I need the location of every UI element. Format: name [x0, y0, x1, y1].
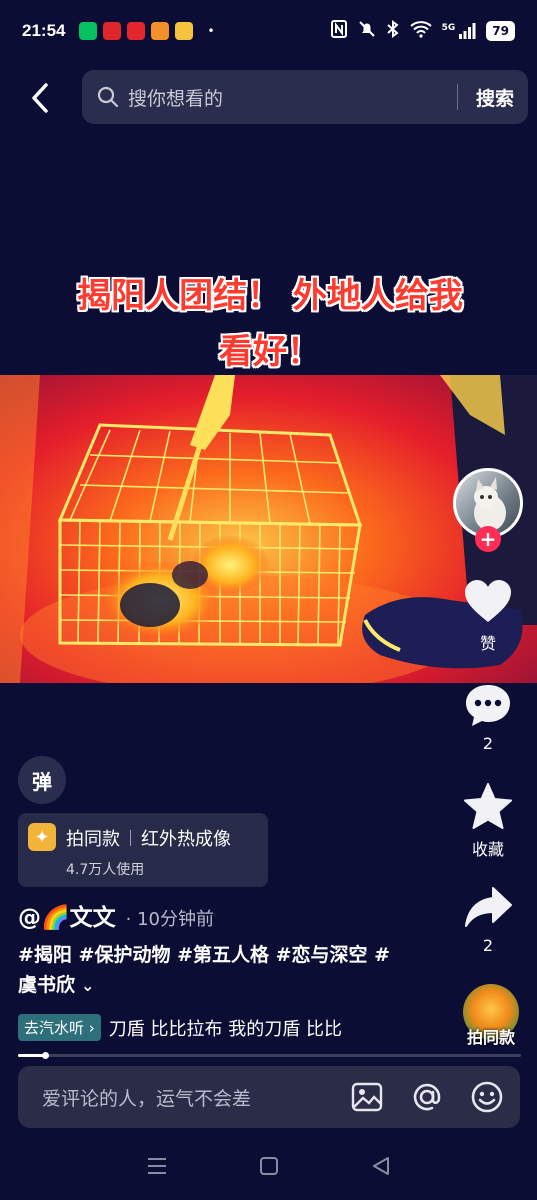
emoji-icon[interactable] — [470, 1080, 504, 1114]
video-title-line2: 看好！ — [219, 332, 321, 372]
share-button[interactable]: 2 — [451, 886, 525, 955]
like-label: 赞 — [479, 634, 496, 653]
video-progress-bar[interactable] — [18, 1052, 521, 1059]
music-row[interactable]: 去汽水听 › 刀盾 比比拉布 我的刀盾 比比 — [18, 1014, 402, 1041]
search-divider — [456, 84, 458, 110]
network-type: 5G — [441, 23, 456, 33]
netease-music-app-icon — [127, 22, 146, 40]
video-app-icon — [175, 22, 194, 40]
open-music-app-button[interactable]: 去汽水听 › — [18, 1014, 101, 1041]
bluetooth-icon — [386, 20, 400, 42]
comment-input-bar[interactable]: 爱评论的人，运气不会差 — [18, 1066, 520, 1128]
effect-card[interactable]: ✦ 拍同款 红外热成像 4.7万人使用 — [18, 813, 268, 887]
effect-action-label: 拍同款 — [66, 829, 120, 850]
search-input[interactable]: 搜你想看的 — [128, 84, 457, 111]
wifi-icon — [409, 20, 432, 42]
news-app-icon — [103, 22, 122, 40]
mute-bell-icon — [358, 20, 376, 42]
danmaku-toggle-button[interactable]: 弹 — [18, 756, 66, 804]
video-progress-fill — [18, 1054, 44, 1057]
comment-bubble-icon — [466, 685, 510, 726]
search-bar[interactable]: 搜你想看的 搜索 — [82, 70, 528, 124]
status-more-dot: • — [207, 24, 215, 38]
battery-indicator: 79 — [486, 21, 515, 41]
favorite-button[interactable]: 收藏 — [451, 782, 525, 860]
comment-input[interactable]: 爱评论的人，运气不会差 — [42, 1084, 324, 1111]
author-name[interactable]: @🌈文文 — [18, 898, 116, 932]
video-title-line1: 揭阳人团结！ 外地人给我 — [77, 276, 463, 316]
follow-plus-button[interactable]: + — [475, 526, 501, 552]
like-button[interactable]: 赞 — [451, 578, 525, 654]
back-triangle-icon[interactable] — [371, 1156, 391, 1180]
comment-count: 2 — [482, 734, 494, 753]
status-indicators: 5G 79 — [330, 20, 515, 42]
app-icon-orange — [151, 22, 170, 40]
search-button[interactable]: 搜索 — [476, 84, 514, 111]
mention-at-icon[interactable] — [410, 1080, 444, 1114]
favorite-label: 收藏 — [471, 840, 504, 859]
video-progress-handle[interactable] — [42, 1052, 49, 1059]
heart-icon — [465, 580, 511, 622]
system-navigation-bar — [0, 1140, 537, 1196]
expand-chevron-icon[interactable]: ⌄ — [81, 976, 94, 995]
caption-text: #揭阳 #保护动物 #第五人格 #恋与深空 #虞书欣 — [18, 944, 391, 996]
status-time: 21:54 — [22, 21, 66, 40]
image-picker-icon[interactable] — [350, 1080, 384, 1114]
nfc-icon — [330, 20, 348, 42]
music-title-marquee: 刀盾 比比拉布 我的刀盾 比比 — [108, 1018, 342, 1040]
wechat-app-icon — [79, 22, 98, 40]
video-caption[interactable]: #揭阳 #保护动物 #第五人格 #恋与深空 #虞书欣 ⌄ — [18, 940, 398, 1001]
effect-title-row: 拍同款 红外热成像 — [66, 825, 231, 851]
effect-usage: 4.7万人使用 — [66, 862, 145, 878]
status-app-icons: • — [79, 22, 215, 40]
post-time: · 10分钟前 — [125, 909, 214, 930]
status-bar: 21:54 • 5G 79 — [0, 0, 537, 62]
samestyle-label: 拍同款 — [466, 1028, 515, 1047]
samestyle-badge-button[interactable]: 拍同款 — [459, 984, 523, 1048]
chevron-left-icon — [32, 83, 48, 113]
effect-name: 红外热成像 — [141, 829, 231, 850]
home-icon[interactable] — [259, 1156, 279, 1180]
danmaku-label: 弹 — [32, 769, 52, 794]
effect-separator — [130, 830, 131, 846]
recent-apps-icon[interactable] — [146, 1156, 168, 1180]
sparkle-icon: ✦ — [28, 823, 56, 851]
search-icon — [97, 86, 119, 108]
author-row: @🌈文文 · 10分钟前 — [18, 898, 214, 932]
video-title-overlay: 揭阳人团结！ 外地人给我 看好！ — [40, 268, 500, 380]
share-arrow-icon — [465, 887, 512, 927]
signal-icon: 5G — [442, 23, 477, 39]
share-count: 2 — [482, 936, 494, 955]
back-button[interactable] — [22, 78, 58, 118]
star-icon — [464, 783, 512, 829]
comment-button[interactable]: 2 — [451, 682, 525, 753]
